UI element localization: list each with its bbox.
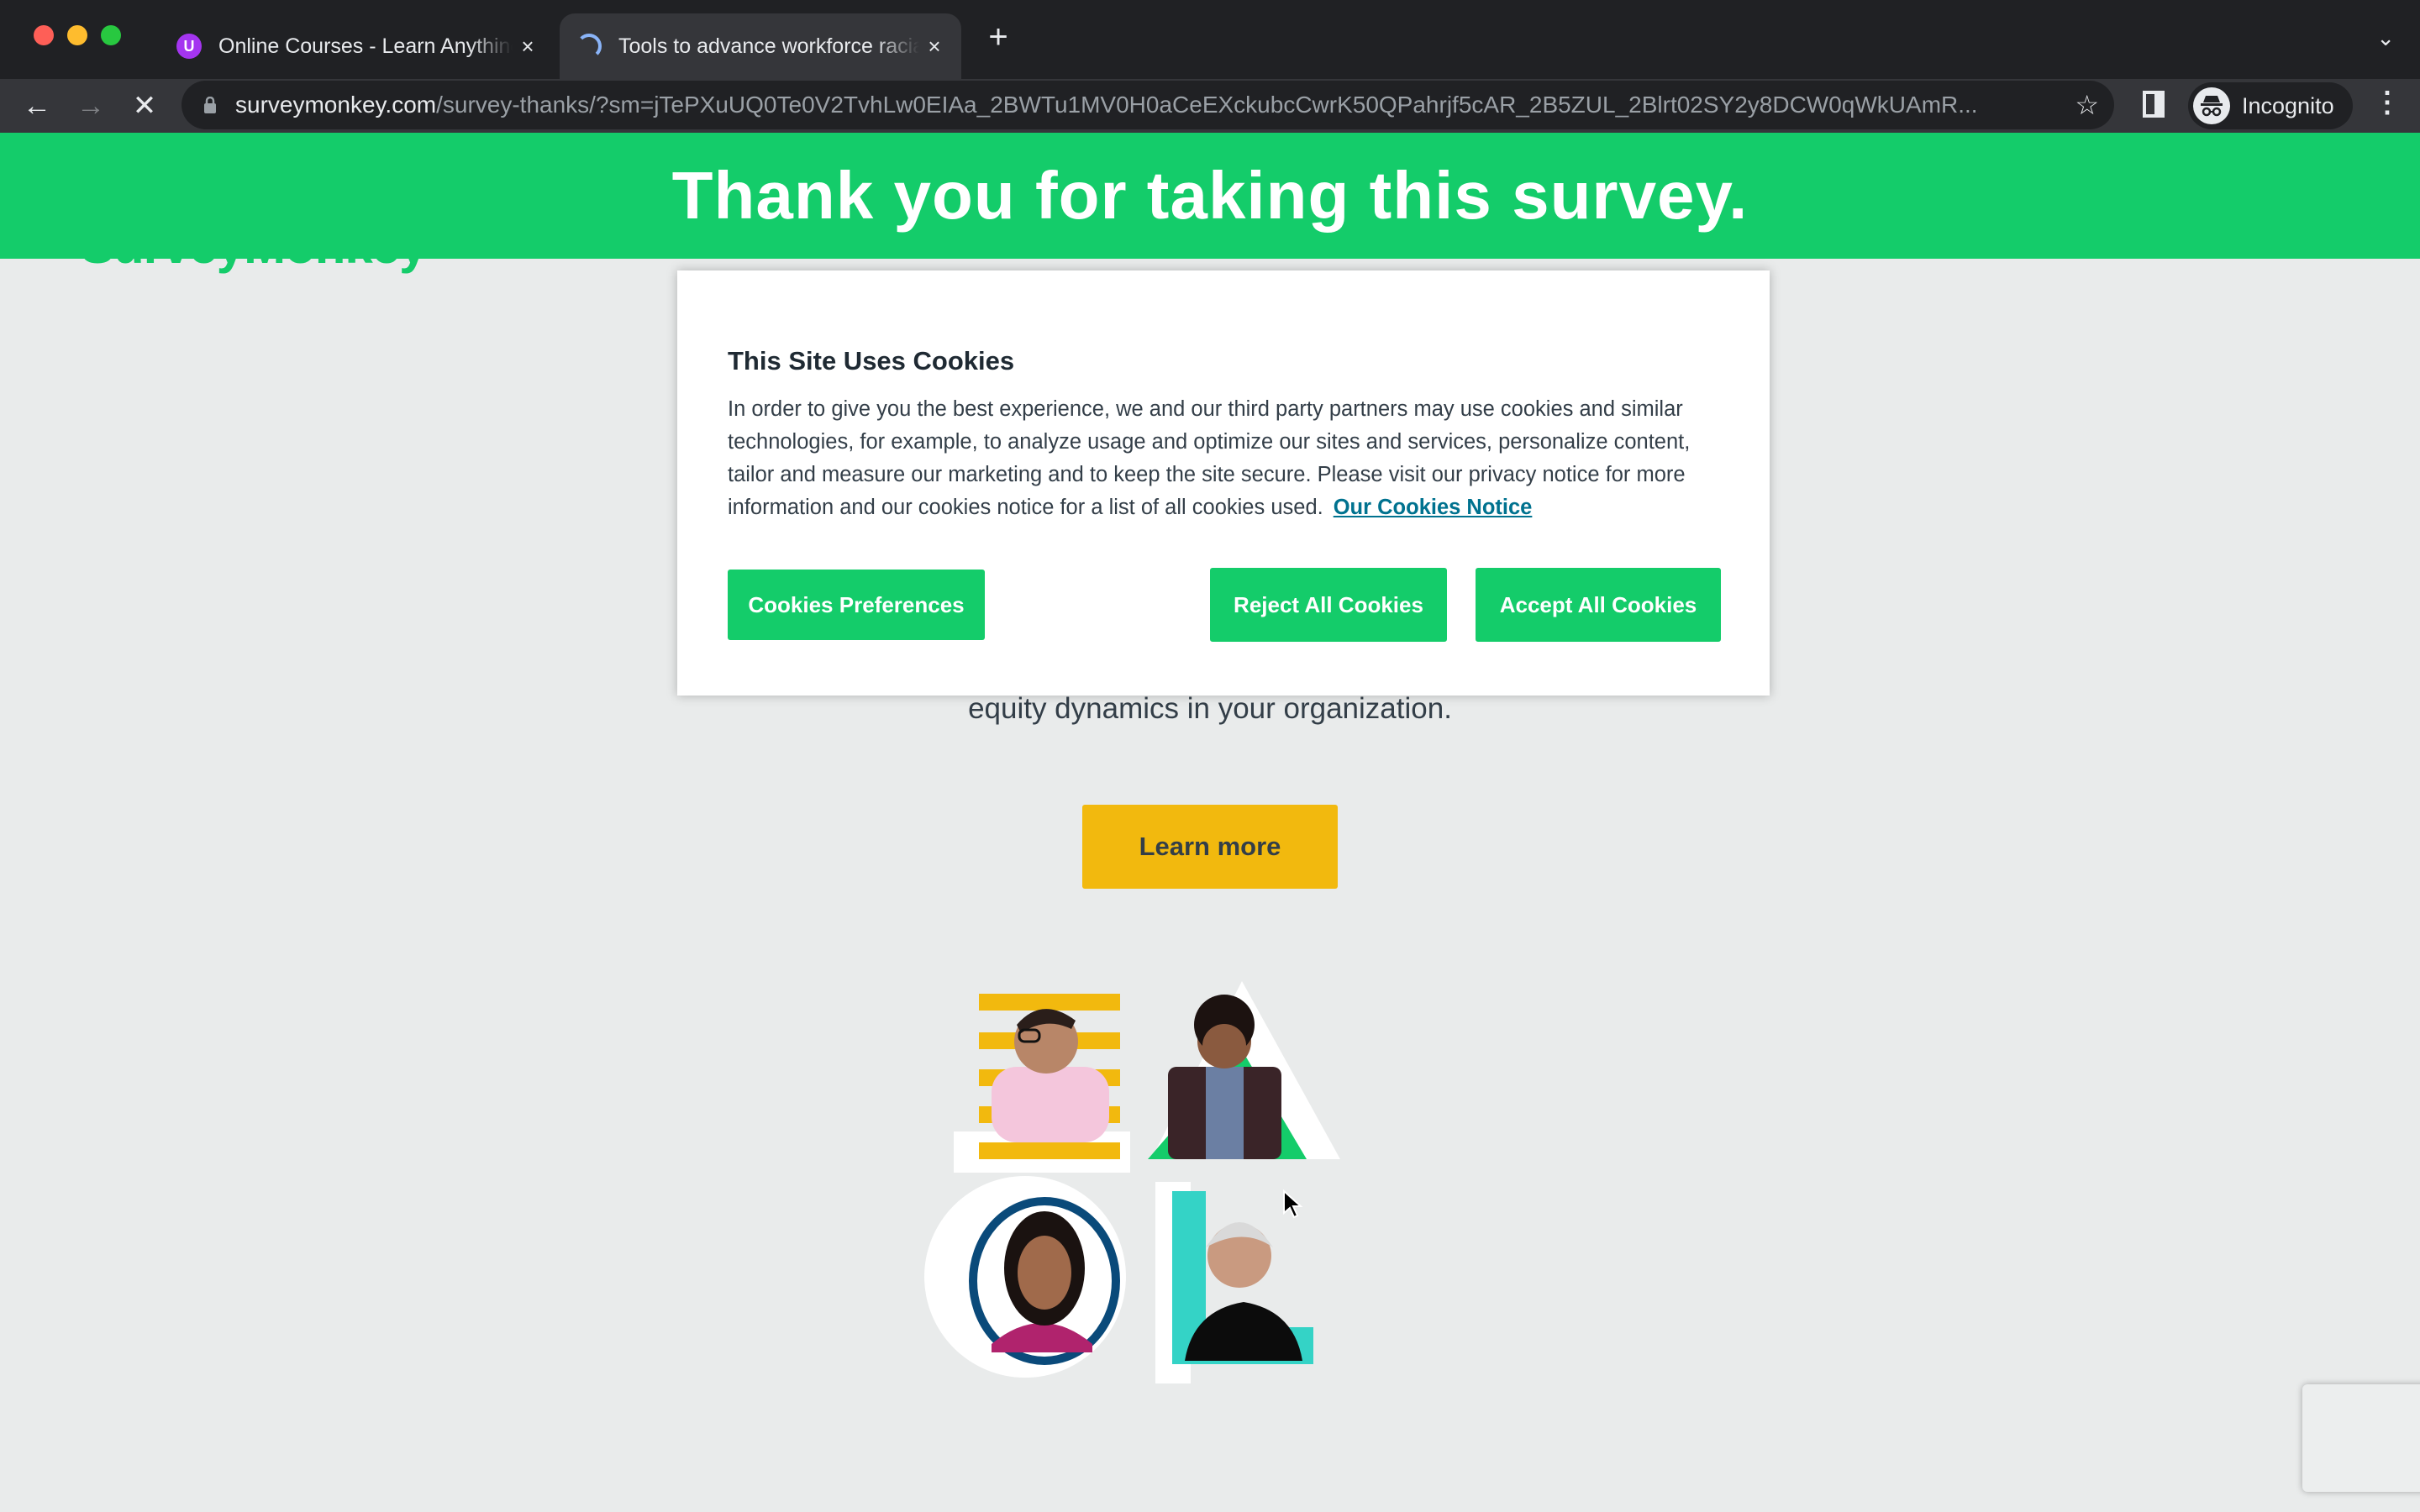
forward-button[interactable]: → (71, 86, 111, 126)
person-triangle-frame (1148, 981, 1340, 1159)
incognito-icon (2193, 87, 2230, 124)
browser-toolbar: ← → ✕ surveymonkey.com/survey-thanks/?sm… (0, 79, 2420, 133)
loading-spinner-icon (576, 34, 602, 59)
tab-close-icon[interactable]: × (513, 34, 543, 60)
reject-all-cookies-button[interactable]: Reject All Cookies (1210, 568, 1447, 642)
window-minimize-button[interactable] (67, 25, 87, 45)
stop-loading-button[interactable]: ✕ (124, 86, 165, 126)
lock-icon[interactable] (203, 96, 217, 113)
body-subtext: equity dynamics in your organization. (968, 692, 1452, 725)
thank-you-banner: Thank you for taking this survey. (0, 133, 2420, 259)
window-zoom-button[interactable] (101, 25, 121, 45)
recaptcha-badge[interactable] (2302, 1384, 2420, 1492)
window-close-button[interactable] (34, 25, 54, 45)
udemy-icon: U (176, 34, 202, 59)
profile-button[interactable]: Incognito (2188, 82, 2353, 129)
tab-close-icon[interactable]: × (919, 34, 950, 60)
people-illustration (924, 981, 1340, 1383)
tab-tools-workforce[interactable]: Tools to advance workforce racial equity… (560, 13, 961, 79)
side-panel-icon[interactable] (2143, 91, 2165, 118)
url-path: /survey-thanks/?sm=jTePXuUQ0Te0V2TvhLw0E… (436, 92, 1978, 118)
cookie-dialog-body: In order to give you the best experience… (728, 393, 1728, 524)
cookie-consent-dialog: This Site Uses Cookies In order to give … (677, 270, 1770, 696)
tab-title: Tools to advance workforce racial equity (618, 34, 919, 58)
tab-search-chevron-icon[interactable]: ⌄ (2376, 25, 2395, 51)
cookies-preferences-button[interactable]: Cookies Preferences (728, 570, 985, 640)
bookmark-star-icon[interactable]: ☆ (2075, 89, 2099, 121)
tab-title: Online Courses - Learn Anything (218, 34, 513, 58)
person-circle-frame (924, 1176, 1126, 1378)
cookie-dialog-title: This Site Uses Cookies (728, 346, 1015, 375)
url-text[interactable]: surveymonkey.com/survey-thanks/?sm=jTePX… (235, 92, 2050, 118)
address-bar[interactable]: surveymonkey.com/survey-thanks/?sm=jTePX… (182, 81, 2114, 129)
url-host: surveymonkey.com (235, 92, 437, 118)
tab-online-courses[interactable]: U Online Courses - Learn Anything × (160, 13, 555, 79)
new-tab-button[interactable]: + (981, 20, 1015, 55)
cookie-body-text: In order to give you the best experience… (728, 397, 1691, 519)
browser-tab-strip: U Online Courses - Learn Anything × Tool… (0, 0, 2420, 79)
learn-more-button[interactable]: Learn more (1082, 805, 1338, 889)
page-viewport: SurveyMonkey Thank you for taking this s… (0, 133, 2420, 1512)
browser-menu-icon[interactable]: ⋮ (2373, 86, 2402, 119)
person-stripes-frame (954, 994, 1130, 1173)
profile-label: Incognito (2242, 92, 2334, 118)
accept-all-cookies-button[interactable]: Accept All Cookies (1476, 568, 1721, 642)
back-button[interactable]: ← (17, 86, 57, 126)
mouse-cursor-icon (1283, 1189, 1303, 1219)
cookies-notice-link[interactable]: Our Cookies Notice (1334, 496, 1533, 519)
banner-heading: Thank you for taking this survey. (671, 158, 1749, 233)
